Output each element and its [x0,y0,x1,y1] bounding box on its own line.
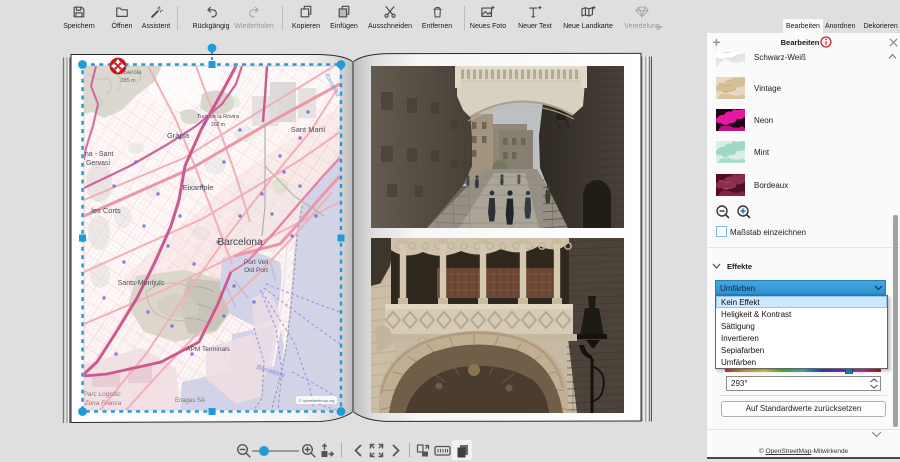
svg-text:Gràcia: Gràcia [167,131,190,140]
svg-text:Gervasi: Gervasi [86,160,111,167]
svg-text:262 m: 262 m [211,122,225,128]
svg-text:Enagas SA: Enagas SA [175,398,205,404]
svg-text:Eixample: Eixample [183,183,214,192]
svg-text:Parc Logistic: Parc Logistic [83,391,121,398]
svg-text:Old Port: Old Port [244,267,268,274]
svg-text:Turó de la Rovira: Turó de la Rovira [197,114,240,120]
svg-text:Zona Franca: Zona Franca [84,400,122,407]
svg-text:les Corts: les Corts [91,206,121,215]
svg-text:Sant Martí: Sant Martí [291,125,327,134]
svg-text:Sants-Montjuïc: Sants-Montjuïc [118,280,165,287]
svg-text:285 m: 285 m [120,78,136,84]
svg-text:© openstreetmap.org: © openstreetmap.org [299,399,335,403]
svg-text:Port Vell: Port Vell [244,259,269,266]
svg-text:APM Terminals: APM Terminals [186,346,230,353]
svg-text:Barcelona: Barcelona [217,237,262,248]
